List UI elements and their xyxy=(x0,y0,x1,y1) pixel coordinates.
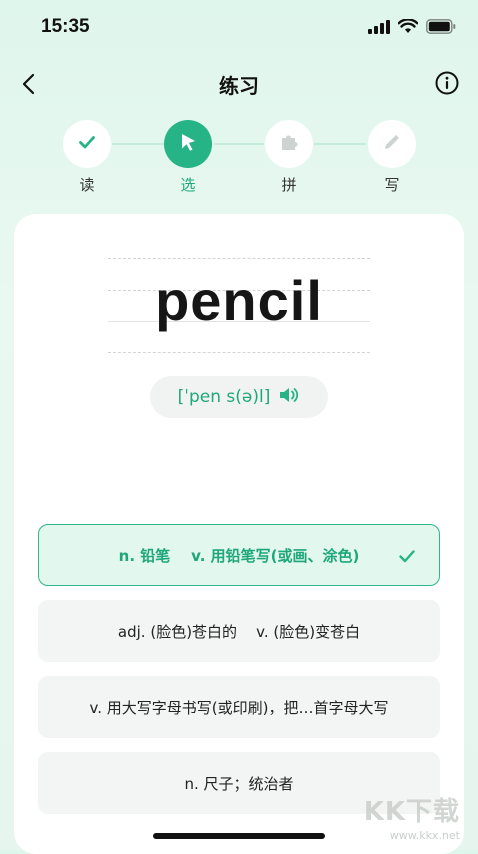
status-icons xyxy=(368,18,456,38)
option-text: n. 铅笔 v. 用铅笔写(或画、涂色) xyxy=(118,546,360,565)
check-icon xyxy=(77,132,97,156)
step-label: 读 xyxy=(79,176,95,194)
check-icon xyxy=(397,546,417,570)
cursor-icon xyxy=(177,131,199,157)
signal-icon xyxy=(368,19,390,38)
watermark-logo: KK下载 www.kkx.net xyxy=(363,791,460,842)
step-circle xyxy=(63,120,111,168)
word-area: pencil xyxy=(108,254,370,354)
target-word: pencil xyxy=(155,269,323,332)
option-text: adj. (脸色)苍白的 v. (脸色)变苍白 xyxy=(117,622,361,641)
guide-line xyxy=(108,258,370,259)
step-connector xyxy=(214,143,264,145)
status-time: 15:35 xyxy=(41,16,90,37)
step-connector xyxy=(112,143,164,145)
step-circle xyxy=(265,120,313,168)
battery-icon xyxy=(426,19,456,38)
wifi-icon xyxy=(397,18,419,38)
watermark-text: KK下载 xyxy=(363,797,460,827)
step-circle xyxy=(368,120,416,168)
step-select[interactable]: 选 xyxy=(162,120,214,195)
step-write[interactable]: 写 xyxy=(366,120,418,195)
question-card: pencil [ˈpen s(ə)l] n. 铅笔 v. 用铅笔写(或画、涂色)… xyxy=(14,214,464,854)
answer-option-1[interactable]: n. 铅笔 v. 用铅笔写(或画、涂色) xyxy=(38,524,440,586)
watermark-url: www.kkx.net xyxy=(389,829,460,842)
info-button[interactable] xyxy=(434,70,460,96)
speaker-icon xyxy=(278,386,300,408)
answer-options: n. 铅笔 v. 用铅笔写(或画、涂色) adj. (脸色)苍白的 v. (脸色… xyxy=(38,524,440,828)
step-label: 拼 xyxy=(281,176,297,194)
guide-line xyxy=(108,352,370,353)
practice-steps: 读 选 拼 写 xyxy=(0,120,478,200)
step-label: 写 xyxy=(384,176,400,194)
step-circle xyxy=(164,120,212,168)
step-read[interactable]: 读 xyxy=(61,120,113,195)
header: 练习 xyxy=(0,64,478,104)
home-indicator[interactable] xyxy=(153,833,325,839)
step-connector xyxy=(314,143,366,145)
puzzle-icon xyxy=(278,131,300,157)
phonetic-text: [ˈpen s(ə)l] xyxy=(177,387,271,407)
option-text: n. 尺子；统治者 xyxy=(184,774,294,793)
step-label: 选 xyxy=(180,176,196,194)
phonetic-button[interactable]: [ˈpen s(ə)l] xyxy=(150,376,328,418)
page-title: 练习 xyxy=(219,74,259,98)
status-bar: 15:35 xyxy=(0,0,478,56)
info-icon xyxy=(434,71,460,100)
option-text: v. 用大写字母书写(或印刷)，把…首字母大写 xyxy=(89,698,389,717)
answer-option-2[interactable]: adj. (脸色)苍白的 v. (脸色)变苍白 xyxy=(38,600,440,662)
answer-option-3[interactable]: v. 用大写字母书写(或印刷)，把…首字母大写 xyxy=(38,676,440,738)
step-spell[interactable]: 拼 xyxy=(263,120,315,195)
pencil-icon xyxy=(381,131,403,157)
